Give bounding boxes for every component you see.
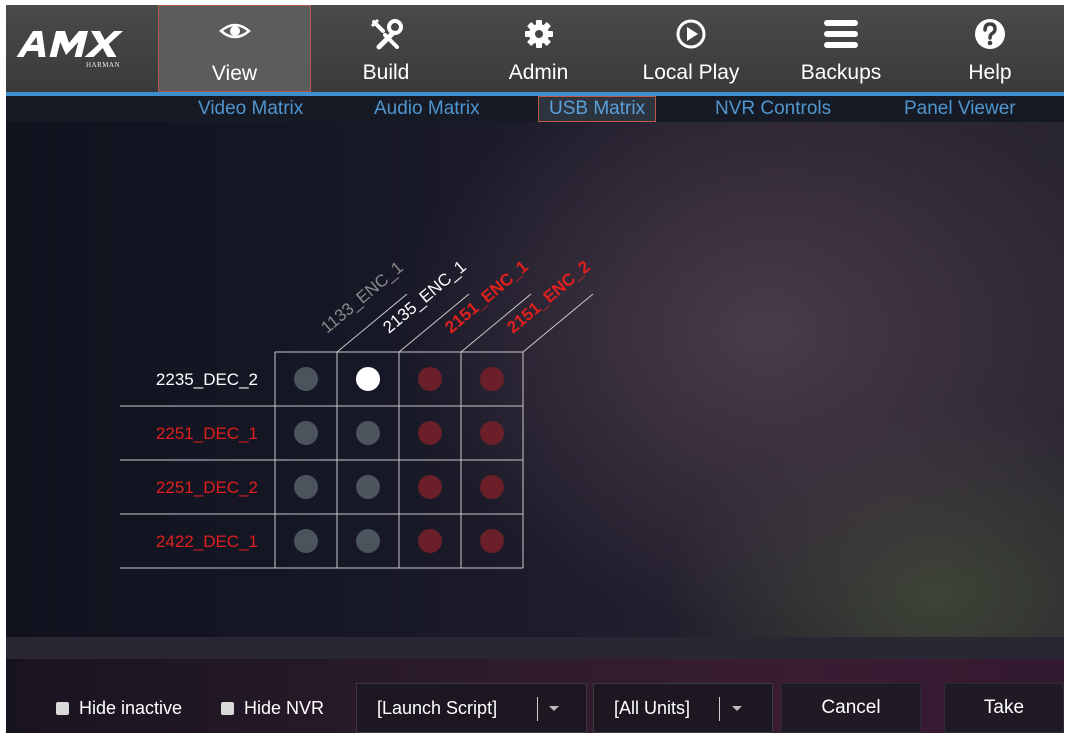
subtab-nvr-controls[interactable]: NVR Controls (715, 96, 831, 122)
question-icon (973, 17, 1007, 56)
eye-icon (218, 18, 252, 49)
matrix-crosspoint[interactable] (480, 421, 504, 445)
amx-logo: HARMAN (6, 5, 156, 92)
usb-matrix-grid: 1133_ENC_12135_ENC_12151_ENC_12151_ENC_2… (120, 257, 594, 569)
matrix-crosspoint[interactable] (418, 367, 442, 391)
units-select[interactable]: [All Units] (593, 683, 773, 733)
matrix-row-label[interactable]: 2251_DEC_1 (156, 424, 258, 443)
sub-navigation: Video Matrix Audio Matrix USB Matrix NVR… (6, 96, 1064, 122)
matrix-crosspoint[interactable] (356, 475, 380, 499)
harman-wordmark: HARMAN (86, 61, 120, 69)
subtab-usb-matrix[interactable]: USB Matrix (538, 96, 657, 122)
tab-help[interactable]: Help (916, 5, 1064, 92)
matrix-crosspoint[interactable] (294, 421, 318, 445)
tab-view-label: View (211, 62, 258, 85)
chevron-down-icon[interactable] (732, 706, 742, 711)
matrix-crosspoint[interactable] (356, 421, 380, 445)
matrix-crosspoint[interactable] (294, 367, 318, 391)
tools-icon (369, 17, 403, 56)
hide-inactive-checkbox[interactable]: Hide inactive (56, 698, 182, 719)
matrix-row-label[interactable]: 2251_DEC_2 (156, 478, 258, 497)
matrix-crosspoint[interactable] (294, 475, 318, 499)
matrix-crosspoint[interactable] (294, 529, 318, 553)
matrix-row-label[interactable]: 2422_DEC_1 (156, 532, 258, 551)
subtab-video-matrix[interactable]: Video Matrix (198, 96, 303, 122)
matrix-crosspoint[interactable] (480, 475, 504, 499)
tab-admin-label: Admin (508, 61, 569, 84)
hide-nvr-checkbox[interactable]: Hide NVR (221, 698, 324, 719)
hide-nvr-label: Hide NVR (244, 698, 325, 718)
units-value: [All Units] (614, 698, 691, 718)
tab-admin[interactable]: Admin (461, 5, 616, 92)
launch-script-select[interactable]: [Launch Script] (356, 683, 587, 733)
launch-script-separator (537, 697, 538, 721)
top-navigation-bar: HARMAN View Build Admin Local Play Backu… (6, 5, 1064, 92)
matrix-crosspoint[interactable] (418, 529, 442, 553)
hide-nvr-box[interactable] (221, 702, 234, 715)
tab-local-play-label: Local Play (642, 61, 740, 84)
tab-build-label: Build (362, 61, 410, 84)
usb-matrix-panel: 1133_ENC_1 2135_ENC_1 2151_ENC_1 2151_ENC_2… (6, 122, 1064, 637)
subtab-audio-matrix[interactable]: Audio Matrix (374, 96, 480, 122)
gear-icon (522, 17, 556, 56)
tab-local-play[interactable]: Local Play (616, 5, 766, 92)
tab-backups[interactable]: Backups (766, 5, 916, 92)
matrix-crosspoint[interactable] (418, 421, 442, 445)
tab-view[interactable]: View (158, 5, 311, 92)
footer-toolbar: Hide inactive Hide NVR [Launch Script] [… (6, 659, 1064, 733)
hide-inactive-label: Hide inactive (79, 698, 183, 718)
tab-help-label: Help (968, 61, 1012, 84)
matrix-crosspoint[interactable] (356, 529, 380, 553)
chevron-down-icon[interactable] (549, 706, 559, 711)
play-circle-icon (674, 17, 708, 56)
hide-inactive-box[interactable] (56, 702, 69, 715)
matrix-crosspoint-connected[interactable] (356, 367, 380, 391)
matrix-crosspoint[interactable] (418, 475, 442, 499)
tab-build[interactable]: Build (311, 5, 461, 92)
app-window: HARMAN View Build Admin Local Play Backu… (6, 5, 1064, 733)
launch-script-value: [Launch Script] (377, 698, 498, 718)
footer-divider (6, 637, 1064, 659)
cancel-button[interactable]: Cancel (781, 683, 921, 733)
matrix-row-label[interactable]: 2235_DEC_2 (156, 370, 258, 389)
matrix-crosspoint[interactable] (480, 529, 504, 553)
menu-bars-icon (822, 17, 860, 56)
matrix-crosspoint[interactable] (480, 367, 504, 391)
take-button[interactable]: Take (944, 683, 1064, 733)
tab-backups-label: Backups (800, 61, 882, 84)
units-separator (719, 697, 720, 721)
subtab-panel-viewer[interactable]: Panel Viewer (904, 96, 1016, 122)
